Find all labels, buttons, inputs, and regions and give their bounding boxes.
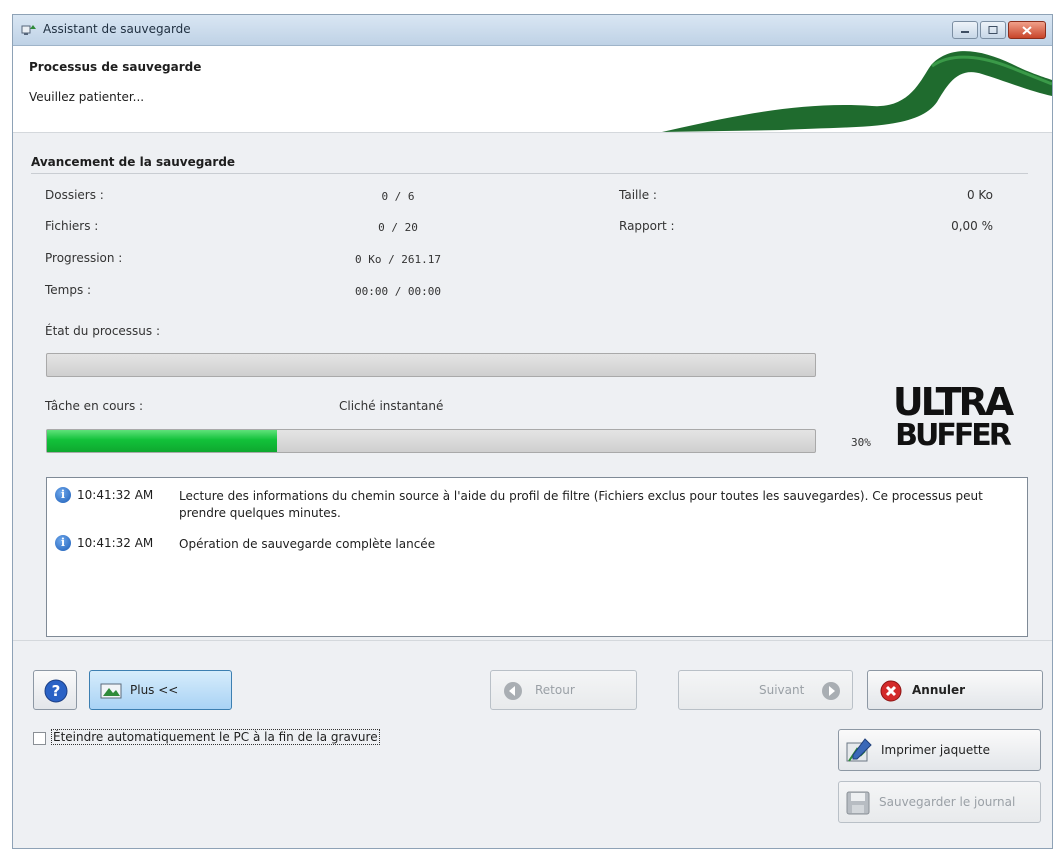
- help-button[interactable]: ?: [33, 670, 77, 710]
- log-entry: i 10:41:32 AM Lecture des informations d…: [55, 486, 1019, 526]
- progression-label: Progression :: [45, 251, 123, 265]
- header-wave-graphic: [662, 51, 1052, 132]
- back-button[interactable]: Retour: [490, 670, 637, 710]
- logo-line2: BUFFER: [895, 418, 1012, 451]
- current-task-label: Tâche en cours :: [45, 399, 144, 413]
- minimize-icon: [961, 31, 969, 33]
- shutdown-checkbox-label[interactable]: Éteindre automatiquement le PC à la fin …: [51, 729, 380, 745]
- save-log-button-label: Sauvegarder le journal: [879, 795, 1016, 809]
- size-value: 0 Ko: [966, 188, 993, 202]
- arrow-right-icon: [822, 682, 840, 700]
- section-title: Avancement de la sauvegarde: [31, 155, 236, 169]
- close-button[interactable]: [1008, 21, 1046, 39]
- cancel-icon: [880, 680, 902, 702]
- more-button[interactable]: Plus <<: [89, 670, 232, 710]
- log-list[interactable]: i 10:41:32 AM Lecture des informations d…: [46, 477, 1028, 637]
- folders-label: Dossiers :: [45, 188, 104, 202]
- info-icon: i: [55, 535, 71, 551]
- title-bar[interactable]: Assistant de sauvegarde: [13, 15, 1052, 46]
- process-progress-bar: [46, 353, 816, 377]
- backup-wizard-window: Assistant de sauvegarde Processus de sau…: [12, 14, 1053, 849]
- next-button[interactable]: Suivant: [678, 670, 853, 710]
- task-progress-fill: [47, 430, 278, 452]
- log-message: Lecture des informations du chemin sourc…: [179, 489, 983, 520]
- size-label: Taille :: [619, 188, 657, 202]
- ultrabuffer-logo: ULTRA BUFFER: [893, 381, 1018, 451]
- window-controls: [952, 21, 1046, 39]
- save-log-button[interactable]: Sauvegarder le journal: [838, 781, 1041, 823]
- task-progress-percent: 30%: [851, 436, 871, 449]
- wizard-header: Processus de sauvegarde Veuillez patient…: [13, 46, 1052, 133]
- log-message: Opération de sauvegarde complète lancée: [179, 537, 436, 551]
- print-cover-button-label: Imprimer jaquette: [881, 743, 991, 757]
- cancel-button-label: Annuler: [912, 683, 966, 697]
- maximize-button[interactable]: [980, 21, 1006, 39]
- minimize-button[interactable]: [952, 21, 978, 39]
- progression-value: 0 Ko / 261.17: [354, 253, 442, 266]
- header-title: Processus de sauvegarde: [29, 60, 202, 74]
- backup-drive-icon: [100, 683, 122, 699]
- log-entry: i 10:41:32 AM Opération de sauvegarde co…: [55, 534, 1019, 554]
- files-label: Fichiers :: [45, 219, 99, 233]
- print-cover-button[interactable]: Imprimer jaquette: [838, 729, 1041, 771]
- ratio-value: 0,00 %: [951, 219, 993, 233]
- progress-panel: Avancement de la sauvegarde Dossiers : 0…: [13, 133, 1052, 639]
- svg-text:?: ?: [52, 682, 61, 700]
- next-button-label: Suivant: [759, 683, 805, 697]
- more-button-label: Plus <<: [130, 683, 179, 697]
- log-time: 10:41:32 AM: [77, 536, 154, 550]
- close-icon: [1022, 25, 1032, 35]
- backup-app-icon: [21, 23, 37, 37]
- section-divider: [31, 173, 1028, 174]
- task-progress-bar: [46, 429, 816, 453]
- time-label: Temps :: [45, 283, 92, 297]
- header-subtitle: Veuillez patienter...: [29, 90, 145, 104]
- process-state-label: État du processus :: [45, 324, 161, 338]
- shutdown-checkbox[interactable]: [33, 732, 46, 745]
- info-icon: i: [55, 487, 71, 503]
- print-cover-icon: [846, 738, 872, 762]
- footer-divider: [13, 640, 1052, 641]
- current-task-value: Cliché instantané: [339, 399, 444, 413]
- help-icon: ?: [44, 679, 68, 703]
- arrow-left-icon: [504, 682, 522, 700]
- cancel-button[interactable]: Annuler: [867, 670, 1043, 710]
- time-value: 00:00 / 00:00: [354, 285, 442, 298]
- files-value: 0 / 20: [378, 221, 418, 234]
- maximize-icon: [988, 26, 998, 34]
- log-time: 10:41:32 AM: [77, 488, 154, 502]
- ratio-label: Rapport :: [619, 219, 675, 233]
- window-title: Assistant de sauvegarde: [43, 22, 191, 36]
- back-button-label: Retour: [535, 683, 575, 697]
- floppy-disk-icon: [846, 791, 870, 815]
- folders-value: 0 / 6: [381, 190, 415, 203]
